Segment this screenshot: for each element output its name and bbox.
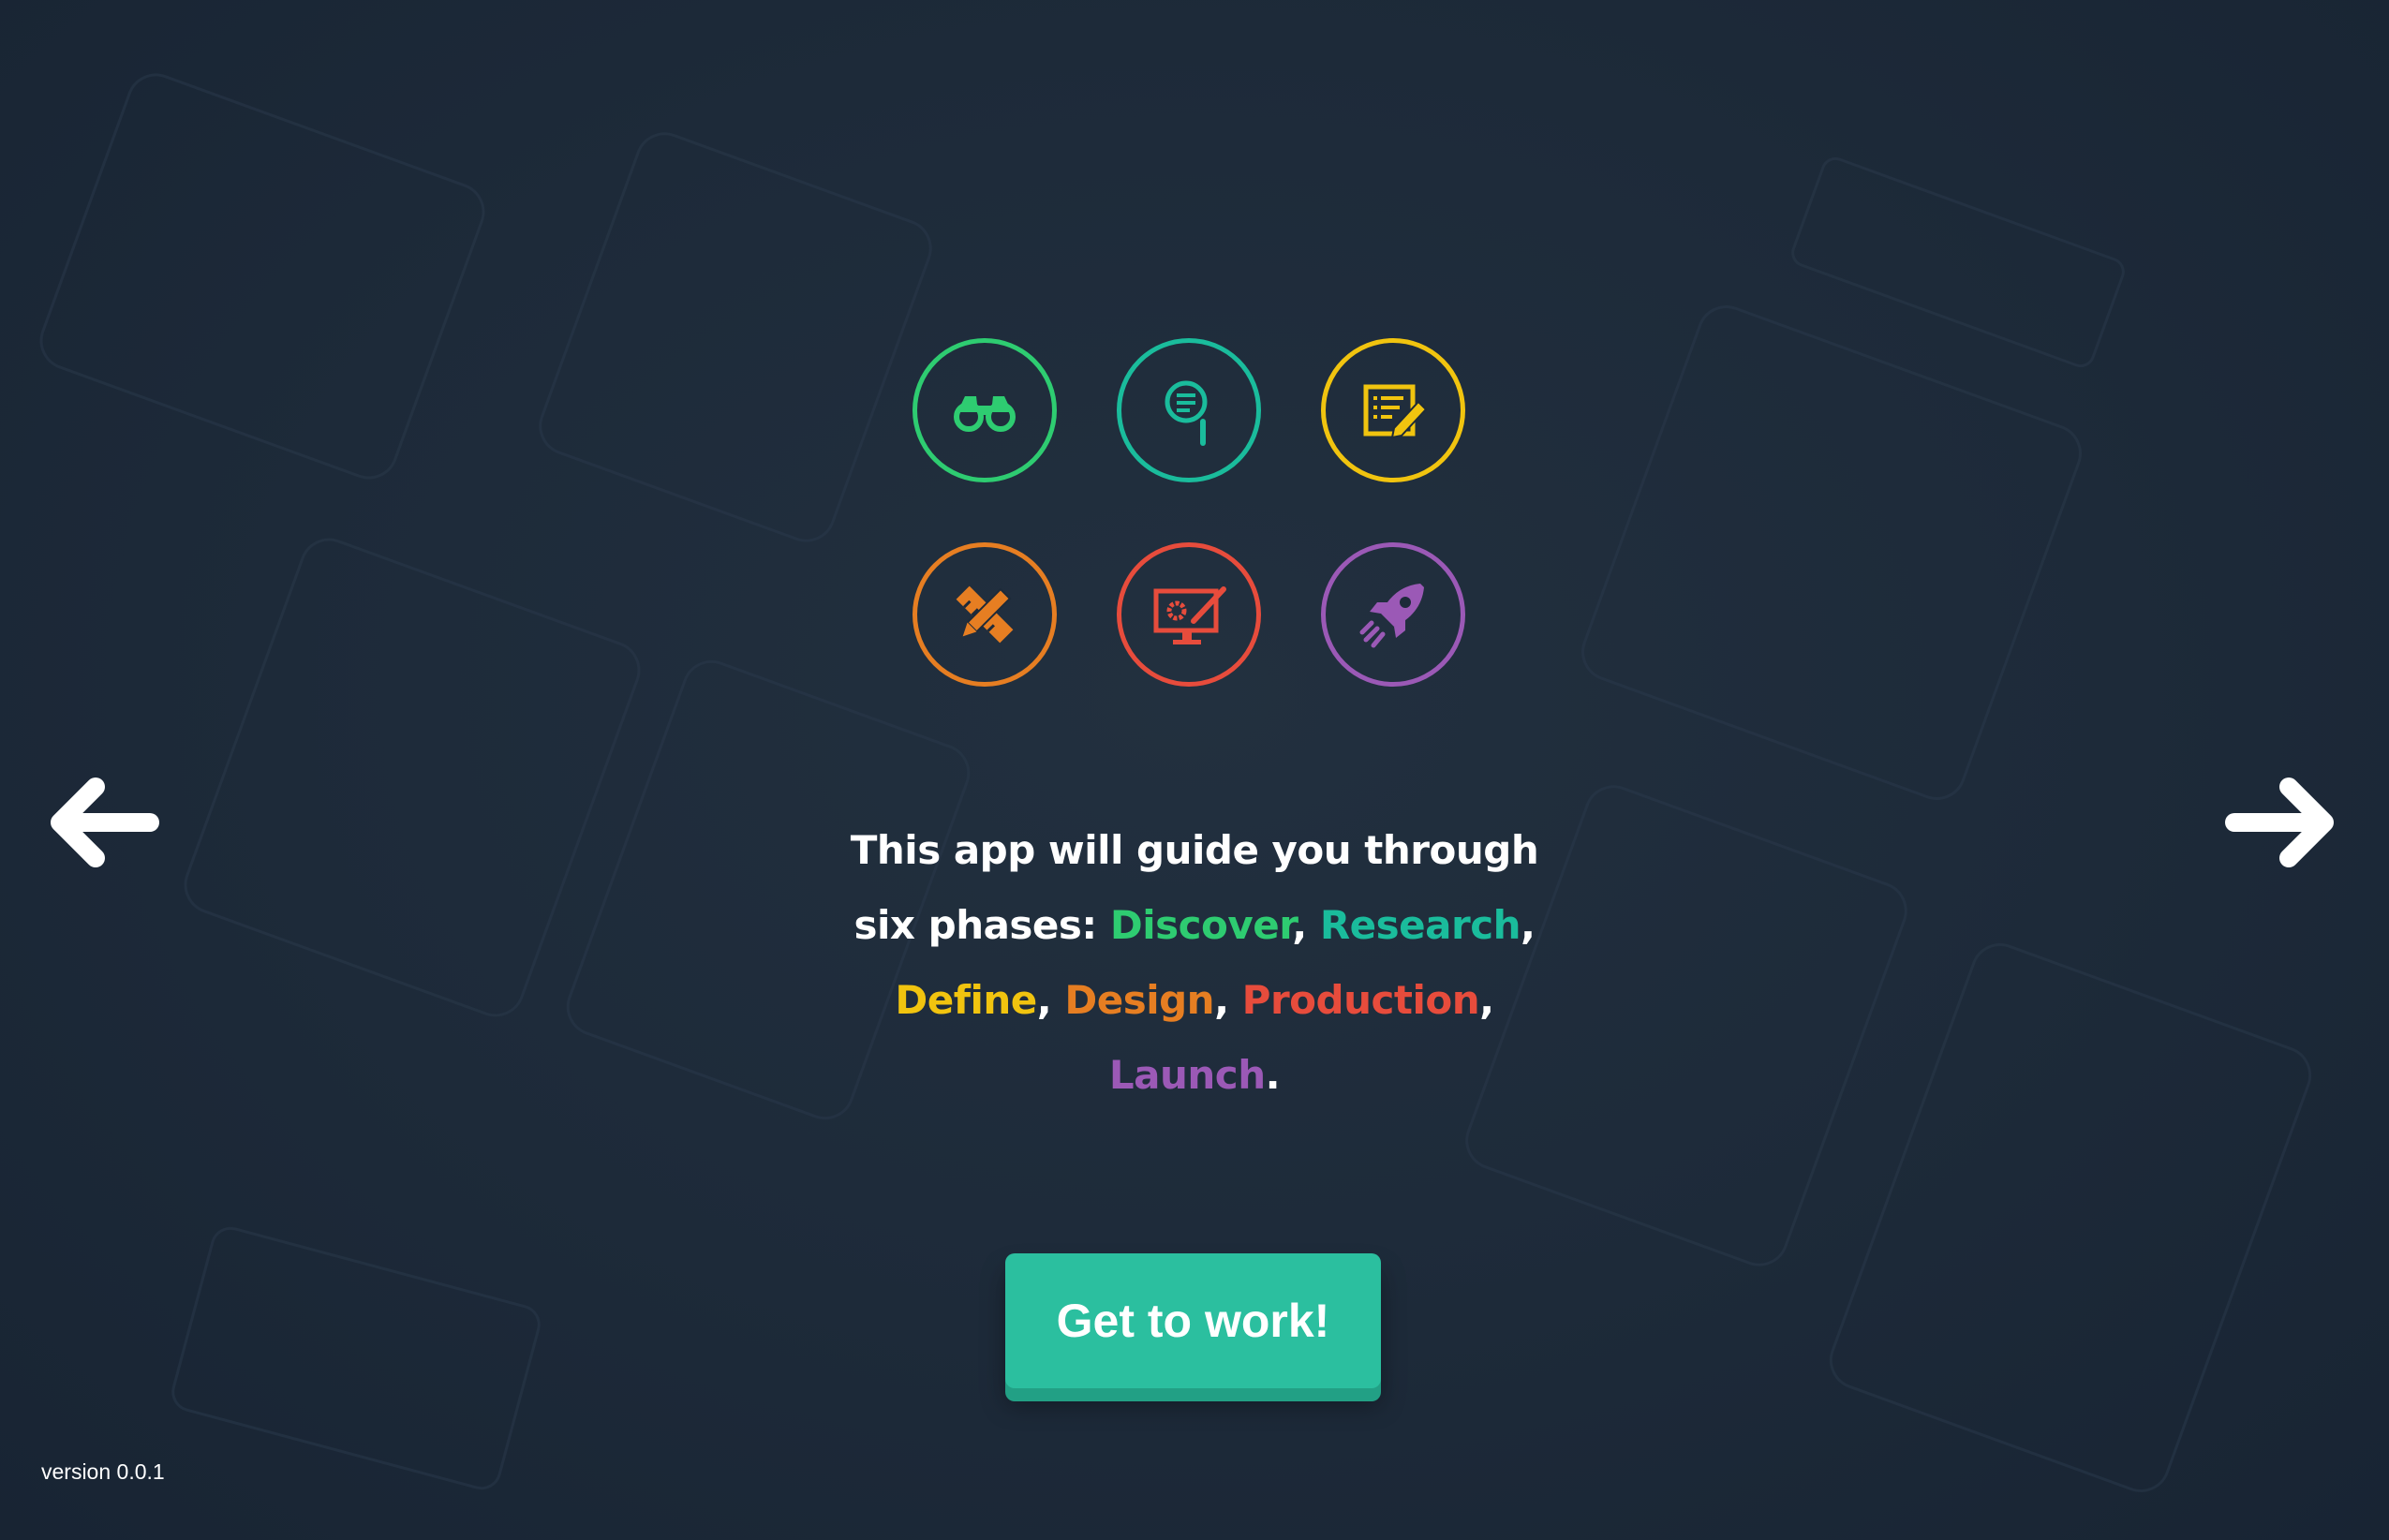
phase-define: Define xyxy=(895,977,1037,1023)
search-document-icon xyxy=(1165,380,1208,446)
phase-design: Design xyxy=(1064,977,1215,1023)
phase-launch: Launch xyxy=(1108,1052,1266,1098)
rocket-icon xyxy=(1359,584,1424,648)
phase-separator: , xyxy=(1292,902,1320,948)
launch-phase-badge xyxy=(1321,542,1465,687)
design-phase-badge xyxy=(913,542,1057,687)
phase-separator: , xyxy=(1521,902,1536,948)
arrow-left-icon[interactable] xyxy=(37,766,169,879)
research-phase-badge xyxy=(1117,338,1261,482)
arrow-right-icon[interactable] xyxy=(2216,766,2347,879)
phase-production: Production xyxy=(1241,977,1480,1023)
intro-text: This app will guide you through six phas… xyxy=(820,813,1569,1113)
monitor-settings-icon xyxy=(1153,586,1226,644)
phase-separator: , xyxy=(1479,977,1494,1023)
pencil-ruler-icon xyxy=(956,585,1014,644)
phase-separator: , xyxy=(1214,977,1242,1023)
discover-phase-badge xyxy=(913,338,1057,482)
binoculars-icon xyxy=(954,396,1016,432)
phase-discover: Discover xyxy=(1109,902,1293,948)
phase-research: Research xyxy=(1319,902,1521,948)
phase-separator: , xyxy=(1036,977,1065,1023)
version-label: version 0.0.1 xyxy=(41,1459,165,1484)
define-phase-badge xyxy=(1321,338,1465,482)
production-phase-badge xyxy=(1117,542,1261,687)
notes-pencil-icon xyxy=(1363,384,1428,439)
phase-icon-grid xyxy=(913,338,1475,694)
intro-suffix: . xyxy=(1265,1052,1281,1098)
get-to-work-button[interactable]: Get to work! xyxy=(1005,1253,1381,1388)
